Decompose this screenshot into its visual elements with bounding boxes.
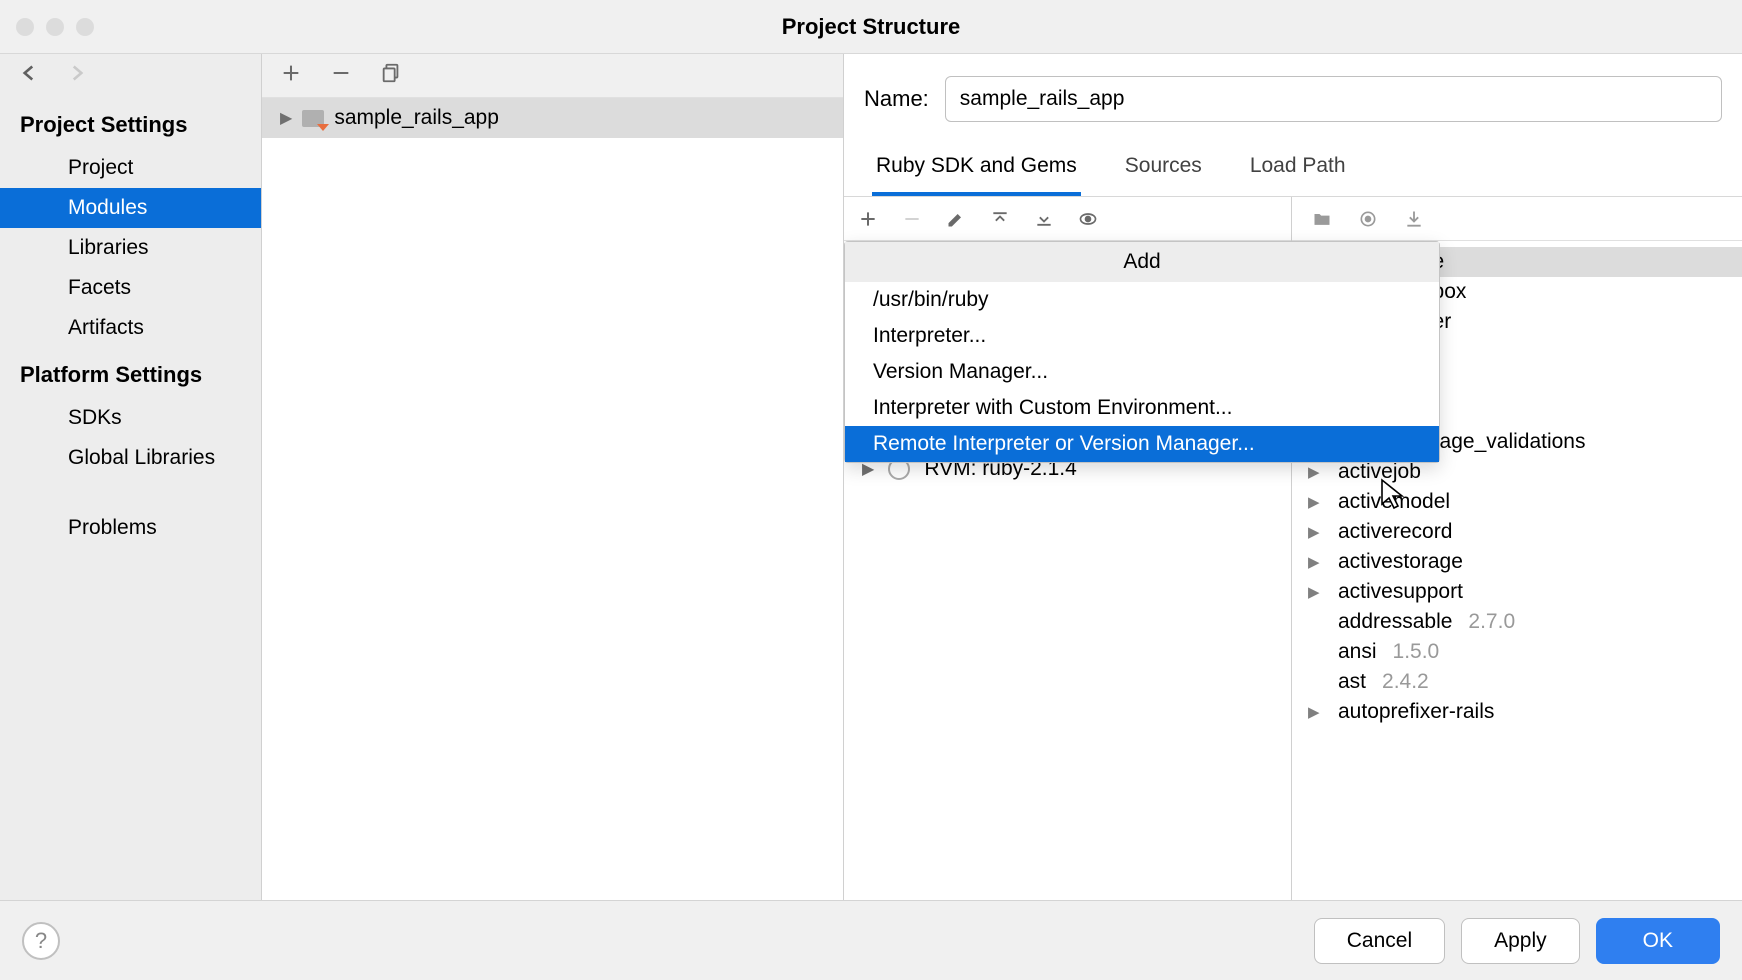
sidebar-item-facets[interactable]: Facets xyxy=(0,268,261,308)
tab-sources[interactable]: Sources xyxy=(1121,144,1206,196)
detail-panel: Name: Ruby SDK and Gems Sources Load Pat… xyxy=(844,54,1742,900)
module-list-panel: ▶ sample_rails_app xyxy=(262,54,844,900)
folder-icon xyxy=(302,110,324,127)
gem-item[interactable]: ▶ autoprefixer-rails xyxy=(1292,697,1742,727)
close-window-button[interactable] xyxy=(16,18,34,36)
gem-item[interactable]: ▶ activesupport xyxy=(1292,577,1742,607)
name-label: Name: xyxy=(864,86,929,112)
add-sdk-popup: Add /usr/bin/rubyInterpreter...Version M… xyxy=(844,241,1440,463)
module-toolbar xyxy=(262,54,843,98)
expand-icon[interactable]: ▶ xyxy=(1308,703,1328,721)
reload-icon[interactable] xyxy=(1358,209,1378,229)
zoom-window-button[interactable] xyxy=(76,18,94,36)
sidebar-item-libraries[interactable]: Libraries xyxy=(0,228,261,268)
expand-icon[interactable]: ▶ xyxy=(1308,523,1328,541)
remove-module-icon[interactable] xyxy=(330,62,352,90)
remove-sdk-icon[interactable] xyxy=(902,209,922,229)
copy-module-icon[interactable] xyxy=(380,62,402,90)
gem-name: activemodel xyxy=(1338,490,1450,514)
add-sdk-icon[interactable] xyxy=(858,209,878,229)
open-folder-icon[interactable] xyxy=(1312,209,1332,229)
forward-button[interactable] xyxy=(64,60,90,93)
gem-name: ansi xyxy=(1338,640,1377,664)
gem-name: activerecord xyxy=(1338,520,1452,544)
module-name-label: sample_rails_app xyxy=(334,106,499,130)
gem-name: autoprefixer-rails xyxy=(1338,700,1494,724)
add-menu-item[interactable]: /usr/bin/ruby xyxy=(845,282,1439,318)
gem-item[interactable]: ansi 1.5.0 xyxy=(1292,637,1742,667)
titlebar: Project Structure xyxy=(0,0,1742,54)
module-name-input[interactable] xyxy=(945,76,1722,122)
edit-sdk-icon[interactable] xyxy=(946,209,966,229)
gem-name: activestorage xyxy=(1338,550,1463,574)
sidebar-item-sdks[interactable]: SDKs xyxy=(0,398,261,438)
add-menu-item[interactable]: Interpreter... xyxy=(845,318,1439,354)
tab-ruby-sdk[interactable]: Ruby SDK and Gems xyxy=(872,144,1081,196)
sidebar-item-global-libraries[interactable]: Global Libraries xyxy=(0,438,261,478)
dialog-footer: ? Cancel Apply OK xyxy=(0,900,1742,980)
add-module-icon[interactable] xyxy=(280,62,302,90)
show-icon[interactable] xyxy=(1078,209,1098,229)
gem-item[interactable]: addressable 2.7.0 xyxy=(1292,607,1742,637)
add-menu-item[interactable]: Remote Interpreter or Version Manager... xyxy=(845,426,1439,462)
gem-name: addressable xyxy=(1338,610,1452,634)
project-settings-heading: Project Settings xyxy=(0,98,261,148)
window-title: Project Structure xyxy=(782,14,961,40)
help-button[interactable]: ? xyxy=(22,922,60,960)
add-menu-item[interactable]: Version Manager... xyxy=(845,354,1439,390)
sidebar-item-artifacts[interactable]: Artifacts xyxy=(0,308,261,348)
apply-button[interactable]: Apply xyxy=(1461,918,1580,964)
expand-icon[interactable]: ▶ xyxy=(1308,493,1328,511)
sidebar: Project Settings Project Modules Librari… xyxy=(0,54,262,900)
minimize-window-button[interactable] xyxy=(46,18,64,36)
gem-version: 1.5.0 xyxy=(1393,640,1440,664)
ok-button[interactable]: OK xyxy=(1596,918,1720,964)
collapse-up-icon[interactable] xyxy=(990,209,1010,229)
module-item[interactable]: ▶ sample_rails_app xyxy=(262,98,843,138)
gem-item[interactable]: ▶ activerecord xyxy=(1292,517,1742,547)
platform-settings-heading: Platform Settings xyxy=(0,348,261,398)
gem-item[interactable]: ▶ activestorage xyxy=(1292,547,1742,577)
sidebar-item-modules[interactable]: Modules xyxy=(0,188,261,228)
gem-version: 2.4.2 xyxy=(1382,670,1429,694)
sidebar-item-problems[interactable]: Problems xyxy=(0,508,261,548)
gem-name: ast xyxy=(1338,670,1366,694)
gem-item[interactable]: ast 2.4.2 xyxy=(1292,667,1742,697)
sdk-column: ▶RVM: ruby-2.1.4 Add /usr/bin/rubyInterp… xyxy=(844,197,1292,900)
gem-version: 2.7.0 xyxy=(1468,610,1515,634)
add-menu-item[interactable]: Interpreter with Custom Environment... xyxy=(845,390,1439,426)
gem-name: activejob xyxy=(1338,460,1421,484)
expand-icon[interactable]: ▶ xyxy=(280,108,292,128)
traffic-lights xyxy=(16,18,94,36)
tab-load-path[interactable]: Load Path xyxy=(1246,144,1350,196)
download-icon[interactable] xyxy=(1404,209,1424,229)
expand-icon[interactable]: ▶ xyxy=(1308,553,1328,571)
expand-icon[interactable]: ▶ xyxy=(1308,583,1328,601)
module-tabs: Ruby SDK and Gems Sources Load Path xyxy=(844,144,1742,196)
back-button[interactable] xyxy=(16,60,42,93)
gem-item[interactable]: ▶ activemodel xyxy=(1292,487,1742,517)
cancel-button[interactable]: Cancel xyxy=(1314,918,1445,964)
sdk-toolbar xyxy=(844,197,1291,241)
sidebar-item-project[interactable]: Project xyxy=(0,148,261,188)
gems-toolbar xyxy=(1292,197,1742,241)
add-popup-title: Add xyxy=(845,242,1439,282)
expand-icon[interactable]: ▶ xyxy=(1308,463,1328,481)
gem-name: activesupport xyxy=(1338,580,1463,604)
collapse-down-icon[interactable] xyxy=(1034,209,1054,229)
project-structure-window: Project Structure Project Settings Proje… xyxy=(0,0,1742,980)
